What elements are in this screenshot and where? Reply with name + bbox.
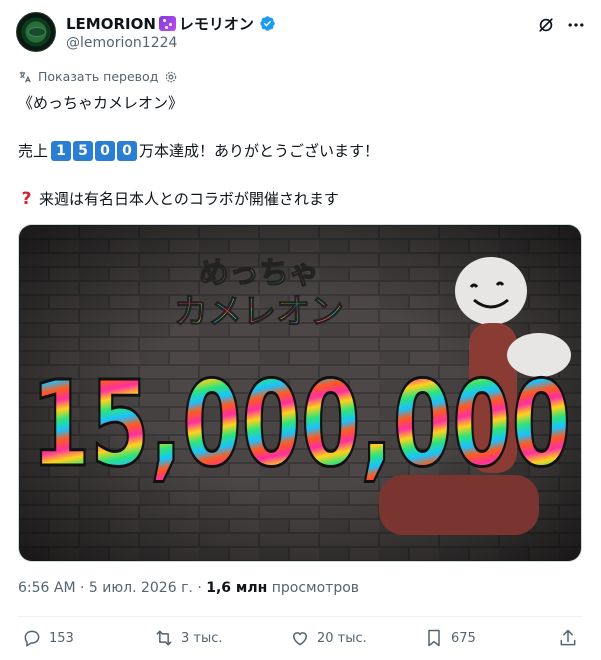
translate-label[interactable]: Показать перевод (38, 69, 158, 84)
more-options-icon[interactable] (566, 15, 586, 35)
post-text-line-3: ? 来週は有名日本人とのコラボが開催されます (18, 188, 339, 209)
like-button[interactable]: 20 тыс. (290, 628, 367, 648)
post-date[interactable]: 5 июл. 2026 г. (89, 580, 193, 596)
sales-milestone-number: 15,000,000 (31, 355, 571, 493)
reply-button[interactable]: 153 (22, 628, 74, 648)
author-avatar[interactable] (16, 12, 56, 52)
sales-suffix: 万本達成！ありがとうございます！ (139, 142, 380, 160)
post-meta: 6:56 AM · 5 июл. 2026 г. · 1,6 млн просм… (18, 580, 359, 596)
views-count: 1,6 млн (206, 580, 268, 596)
digit-keycap: 0 (117, 140, 138, 161)
like-count: 20 тыс. (317, 630, 367, 646)
author-handle[interactable]: @lemorion1224 (66, 35, 177, 51)
translate-link[interactable]: Показать перевод (18, 69, 178, 84)
author-name-line[interactable]: LEMORION レモリオン (66, 13, 276, 34)
repost-button[interactable]: 3 тыс. (154, 628, 223, 648)
bookmark-icon (428, 629, 440, 647)
heart-icon (292, 632, 308, 646)
red-question-mark-icon: ? (21, 188, 32, 209)
author-name-suffix[interactable]: レモリオン (179, 13, 254, 34)
repost-count: 3 тыс. (181, 630, 223, 646)
divider (18, 616, 582, 617)
verified-badge-icon (260, 16, 275, 31)
meta-separator: · (197, 580, 202, 596)
post-time[interactable]: 6:56 AM (18, 580, 76, 596)
digit-keycap: 1 (51, 140, 72, 161)
reply-icon (24, 630, 40, 647)
settings-gear-icon[interactable] (164, 70, 178, 84)
post-image[interactable]: めっちゃ カメレオン 15,000,000 (18, 224, 582, 562)
action-bar: 153 3 тыс. 20 тыс. 675 (18, 626, 582, 656)
sparkle-emoji-icon (158, 16, 176, 31)
views-label: просмотров (271, 580, 360, 596)
post-header: LEMORION レモリオン @lemorion1224 (16, 12, 586, 56)
image-title-line1: めっちゃ (199, 256, 319, 291)
share-icon (560, 629, 576, 646)
author-display-name[interactable]: LEMORION (66, 15, 156, 33)
digit-keycap: 0 (95, 140, 116, 161)
translate-icon (19, 71, 31, 82)
bookmark-button[interactable]: 675 (424, 628, 476, 648)
share-button[interactable] (558, 628, 578, 648)
grok-icon[interactable] (536, 15, 556, 35)
post-text-line-1: 《めっちゃカメレオン》 (18, 94, 184, 112)
sales-prefix: 売上 (18, 142, 49, 160)
image-title-line2: カメレオン (174, 292, 344, 332)
reply-count: 153 (49, 630, 74, 646)
digit-keycap: 5 (73, 140, 94, 161)
bookmark-count: 675 (451, 630, 476, 646)
post-text-line-2: 売上 1 5 0 0 万本達成！ありがとうございます！ (18, 140, 379, 161)
meta-separator: · (80, 580, 85, 596)
repost-icon (156, 630, 172, 646)
collab-announcement: 来週は有名日本人とのコラボが開催されます (39, 190, 339, 208)
